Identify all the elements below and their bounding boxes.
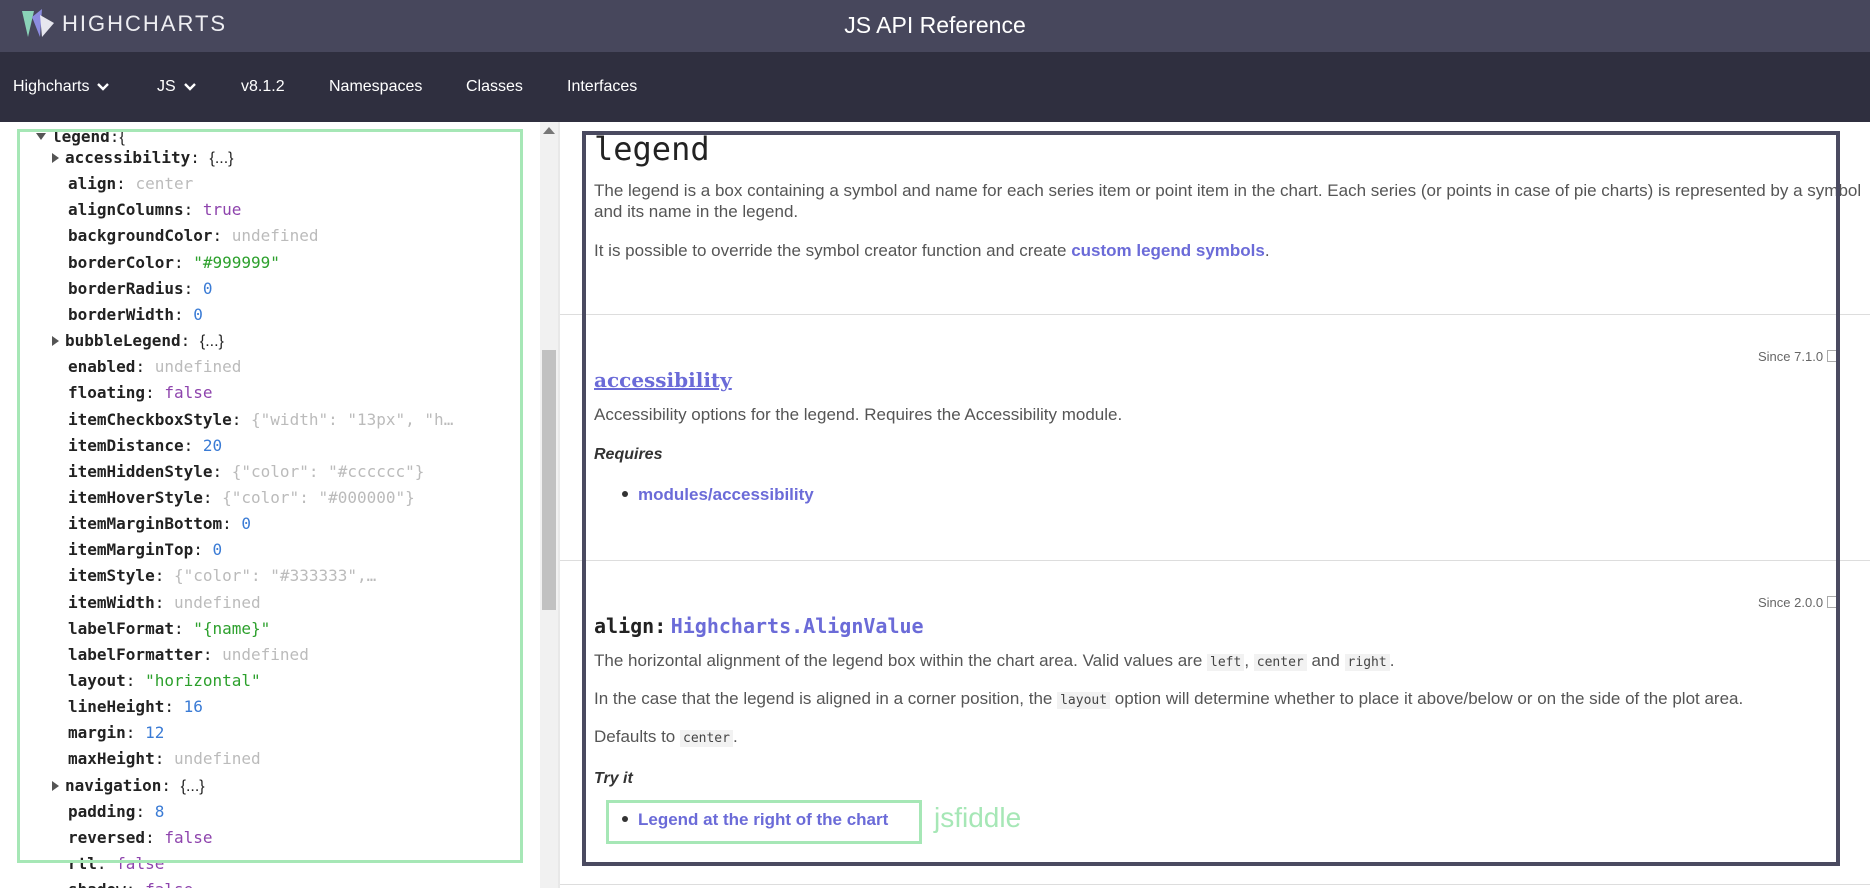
nav-bar: Highcharts JS v8.1.2 Namespaces Classes … [0, 52, 1870, 122]
nav-classes[interactable]: Classes [466, 78, 523, 96]
nav-label: JS [157, 78, 176, 95]
sidebar-highlight-box [17, 129, 523, 863]
nav-label: Classes [466, 78, 523, 95]
nav-label: Interfaces [567, 78, 638, 95]
jsfiddle-label: jsfiddle [934, 802, 1022, 833]
nav-highcharts[interactable]: Highcharts [13, 78, 110, 96]
scroll-up-arrow-icon[interactable] [543, 127, 555, 134]
tree-key: shadow [68, 880, 126, 888]
tree-value: false [145, 880, 193, 888]
nav-label: Highcharts [13, 78, 90, 95]
demo-link-highlight-box [606, 800, 922, 844]
top-bar: HIGHCHARTS JS API Reference [0, 0, 1870, 52]
nav-version[interactable]: v8.1.2 [241, 78, 285, 96]
section-divider [560, 884, 1870, 885]
nav-interfaces[interactable]: Interfaces [567, 78, 637, 96]
nav-namespaces[interactable]: Namespaces [329, 78, 422, 96]
nav-label: v8.1.2 [241, 78, 285, 95]
page-title: JS API Reference [844, 12, 1026, 38]
tree-node-shadow[interactable]: shadow: false [68, 880, 193, 888]
scrollbar-thumb[interactable] [542, 350, 556, 610]
nav-label: Namespaces [329, 78, 423, 95]
nav-js[interactable]: JS [157, 78, 196, 96]
content-highlight-box [582, 131, 1840, 866]
chevron-down-icon [183, 83, 196, 91]
chevron-down-icon [97, 83, 110, 91]
